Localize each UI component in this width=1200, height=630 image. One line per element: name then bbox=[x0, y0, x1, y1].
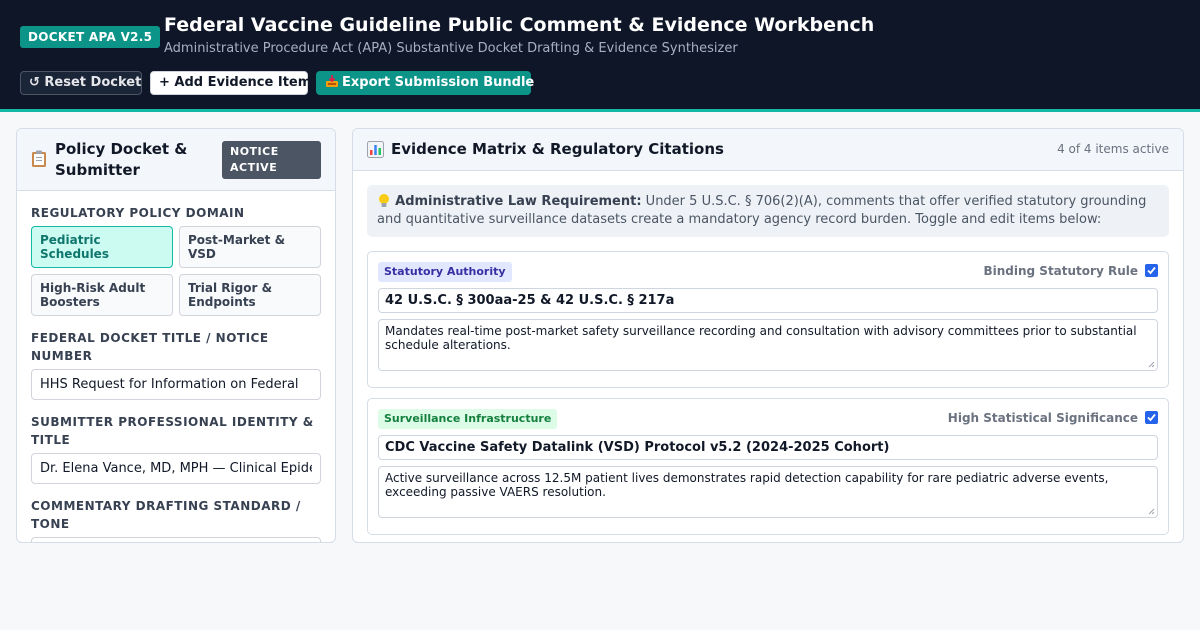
checkmark-icon bbox=[1147, 266, 1156, 275]
description-textarea[interactable]: Active surveillance across 12.5M patient… bbox=[378, 466, 1158, 518]
domain-section-label: REGULATORY POLICY DOMAIN bbox=[31, 206, 245, 220]
app-header: DOCKET APA V2.5 Federal Vaccine Guidelin… bbox=[0, 0, 1200, 112]
description-text: Active surveillance across 12.5M patient… bbox=[385, 471, 1109, 499]
resize-handle-icon[interactable] bbox=[1148, 508, 1155, 515]
evidence-category-tag: Surveillance Infrastructure bbox=[378, 409, 558, 429]
add-evidence-button[interactable]: + Add Evidence Item bbox=[150, 71, 311, 95]
description-textarea[interactable]: Mandates real-time post-market safety su… bbox=[378, 319, 1158, 371]
evidence-flag-checkbox[interactable] bbox=[1145, 411, 1158, 424]
reset-docket-button[interactable]: ↺ Reset Docket bbox=[20, 71, 142, 95]
policy-docket-title: Policy Docket & Submitter bbox=[55, 140, 188, 179]
policy-docket-panel: Policy Docket & Submitter NOTICE ACTIVE … bbox=[16, 128, 336, 543]
lightbulb-icon bbox=[379, 194, 389, 207]
submitter-identity-label: SUBMITTER PROFESSIONAL IDENTITY & TITLE bbox=[31, 415, 314, 447]
page-subtitle: Administrative Procedure Act (APA) Subst… bbox=[164, 41, 738, 56]
evidence-category-tag: Statutory Authority bbox=[378, 262, 512, 282]
admin-law-note: Administrative Law Requirement: Under 5 … bbox=[367, 185, 1169, 237]
resize-handle-icon[interactable] bbox=[1148, 361, 1155, 368]
docket-version-badge: DOCKET APA V2.5 bbox=[20, 26, 161, 48]
active-items-count: 4 of 4 items active bbox=[1057, 142, 1169, 156]
domain-trial-rigor-endpoints[interactable]: Trial Rigor & Endpoints bbox=[179, 274, 321, 316]
domain-post-market-vsd[interactable]: Post-Market & VSD bbox=[179, 226, 321, 268]
checkmark-icon bbox=[1147, 413, 1156, 422]
citation-input[interactable]: 42 U.S.C. § 300aa-25 & 42 U.S.C. § 217a bbox=[378, 288, 1158, 313]
domain-high-risk-adult-boosters[interactable]: High-Risk Adult Boosters bbox=[31, 274, 173, 316]
admin-law-note-heading: Administrative Law Requirement: bbox=[395, 194, 642, 209]
evidence-matrix-header: Evidence Matrix & Regulatory Citations 4… bbox=[353, 129, 1183, 171]
evidence-flag-label: High Statistical Significance bbox=[947, 411, 1138, 425]
domain-pediatric-schedules[interactable]: Pediatric Schedules bbox=[31, 226, 173, 268]
evidence-matrix-panel: Evidence Matrix & Regulatory Citations 4… bbox=[352, 128, 1184, 543]
evidence-matrix-title: Evidence Matrix & Regulatory Citations bbox=[391, 140, 724, 158]
citation-input[interactable]: CDC Vaccine Safety Datalink (VSD) Protoc… bbox=[378, 435, 1158, 460]
notice-status-badge: NOTICE ACTIVE bbox=[222, 141, 321, 179]
page-title: Federal Vaccine Guideline Public Comment… bbox=[164, 14, 875, 36]
bar-chart-icon bbox=[367, 141, 384, 158]
export-bundle-button[interactable]: Export Submission Bundle bbox=[316, 71, 535, 95]
inbox-tray-icon bbox=[326, 75, 338, 87]
docket-title-label: FEDERAL DOCKET TITLE / NOTICE NUMBER bbox=[31, 331, 269, 363]
evidence-flag-checkbox[interactable] bbox=[1145, 264, 1158, 277]
drafting-tone-label: COMMENTARY DRAFTING STANDARD / TONE bbox=[31, 499, 301, 531]
export-bundle-label: Export Submission Bundle bbox=[342, 75, 535, 90]
submitter-identity-input[interactable] bbox=[31, 453, 321, 484]
policy-docket-header: Policy Docket & Submitter NOTICE ACTIVE bbox=[17, 129, 335, 191]
evidence-flag-label: Binding Statutory Rule bbox=[983, 264, 1138, 278]
clipboard-icon bbox=[32, 150, 46, 167]
description-text: Mandates real-time post-market safety su… bbox=[385, 324, 1137, 352]
drafting-tone-select[interactable] bbox=[31, 537, 321, 542]
docket-title-input[interactable] bbox=[31, 369, 321, 400]
evidence-card: Surveillance Infrastructure High Statist… bbox=[367, 398, 1169, 535]
evidence-card: Statutory Authority Binding Statutory Ru… bbox=[367, 251, 1169, 388]
